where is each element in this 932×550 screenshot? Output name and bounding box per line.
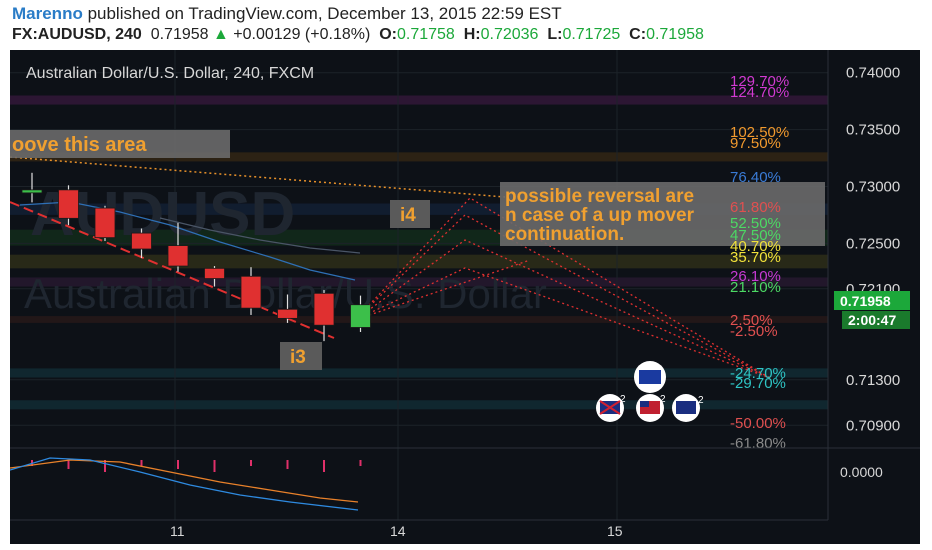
candle-body-9 [350,304,371,328]
fib-label-5: 61.80% [730,199,781,216]
i3-label: i3 [290,347,306,368]
x-label-14: 14 [390,523,406,539]
frame-right [920,50,932,550]
price-tick-0: 0.74000 [846,65,900,82]
fib-label-1: 124.70% [730,84,789,101]
low-label: L: [547,26,563,43]
high-value: 0.72036 [480,26,539,43]
price-tick-6: 0.70900 [846,417,900,434]
chart-title: Australian Dollar/U.S. Dollar, 240, FXCM [26,65,314,82]
candle-body-1 [58,189,79,219]
candle-body-5 [204,267,225,279]
osc-signal-line [9,459,359,503]
reversal-text-3: continuation. [505,224,624,245]
published-text: published on TradingView.com, December 1… [82,4,562,23]
price-tick-3: 0.72500 [846,235,900,252]
candle-body-2 [94,207,116,239]
high-label: H: [463,26,481,43]
price-tick-1: 0.73500 [846,122,900,139]
i4-label: i4 [400,205,416,226]
x-label-15: 15 [607,523,623,539]
fib-label-17: -61.80% [730,435,786,452]
fib-label-9: 35.70% [730,249,781,266]
candle-body-8 [313,292,335,326]
above-area-text: oove this area [12,134,147,156]
event-badge-1: 2 [620,394,626,405]
author-name[interactable]: Marenno [12,4,83,23]
reversal-text-2: n case of a up mover [505,205,695,226]
oscillator-bars [31,460,362,472]
fib-label-15: -29.70% [730,375,786,392]
low-value: 0.71725 [562,26,621,43]
event-badge-2: 2 [660,394,666,405]
candle-body-3 [131,232,152,250]
countdown-text: 2:00:47 [848,312,896,328]
candle-body-7 [277,308,298,319]
fib-labels: 129.70%124.70%102.50%97.50%76.40%61.80%5… [730,73,789,452]
open-label: O: [379,26,397,43]
price-tick-2: 0.73000 [846,178,900,195]
current-price-text: 0.71958 [840,293,891,309]
fib-label-13: -2.50% [730,323,778,340]
candle-body-0 [21,189,43,194]
candle-body-6 [240,275,262,309]
chart-svg[interactable]: AUDUSD Australian Dollar/U.S. Dollar Aus… [9,50,920,544]
price-change: +0.00129 (+0.18%) [233,26,371,43]
symbol-label: FX:AUDUSD, 240 [12,26,142,43]
reversal-text-1: possible reversal are [505,186,694,207]
fib-label-3: 97.50% [730,135,781,152]
frame-bottom [0,544,932,550]
last-price: 0.71958 [150,26,209,43]
osc-macd-line [9,457,359,511]
close-label: C: [629,26,647,43]
fib-label-4: 76.40% [730,169,781,186]
open-value: 0.71758 [396,26,455,43]
publish-line: Marenno published on TradingView.com, De… [12,4,562,24]
event-badge-3: 2 [698,395,704,406]
up-arrow-icon: ▲ [213,26,229,43]
fib-label-11: 21.10% [730,279,781,296]
chart-area[interactable]: AUDUSD Australian Dollar/U.S. Dollar Aus… [9,50,920,544]
publish-header: Marenno published on TradingView.com, De… [0,0,932,50]
close-value: 0.71958 [646,26,704,43]
price-tick-5: 0.71300 [846,372,900,389]
candle-body-4 [167,245,189,267]
fib-label-16: -50.00% [730,415,786,432]
osc-zero-label: 0.0000 [840,464,883,480]
x-label-11: 11 [170,523,185,539]
quote-line: FX:AUDUSD, 240 0.71958 ▲ +0.00129 (+0.18… [12,26,704,44]
